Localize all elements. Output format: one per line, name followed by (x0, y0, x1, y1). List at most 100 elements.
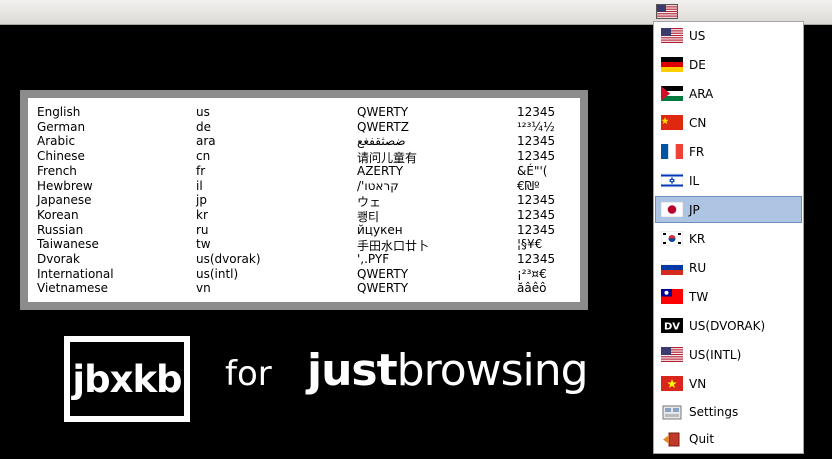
code-cell: vn (196, 281, 211, 296)
menu-item-de[interactable]: DE (655, 51, 802, 78)
code-cell: us(dvorak) (196, 252, 261, 266)
language-cell: English (37, 105, 81, 119)
menu-item-il[interactable]: IL (655, 167, 802, 194)
keys-cell: йцукен (357, 222, 403, 237)
numbers-cell: 12345 (517, 252, 556, 266)
code-cell: fr (196, 163, 206, 178)
menu-item-label: Settings (689, 405, 739, 419)
code-cell: ru (196, 222, 209, 237)
menu-item-tw[interactable]: TW (655, 283, 802, 310)
numbers-cell: 12345 (517, 193, 556, 208)
numbers-cell: 12345 (517, 134, 556, 149)
keys-cell: QWERTY (357, 281, 409, 296)
language-cell: Vietnamese (37, 281, 109, 296)
dvorak-icon: DV (661, 318, 683, 333)
code-cell: tw (196, 237, 211, 252)
quit-icon (663, 432, 680, 446)
menu-item-label: VN (689, 376, 707, 391)
kr-flag-icon (661, 231, 683, 246)
numbers-cell: 12345 (517, 149, 556, 164)
menu-item-ara[interactable]: ARA (655, 80, 802, 107)
de-flag-icon (661, 57, 683, 72)
keyboard-layout-menu: US DE ARA CN FR IL JP KR RU TW DV US(DVO… (653, 21, 804, 454)
numbers-cell: ¡²³¤€ (517, 266, 547, 281)
keys-cell: QWERTZ (357, 119, 409, 134)
svg-text:DV: DV (664, 322, 680, 333)
layout-table: English us QWERTY 12345 German de QWERTZ ¹²³¼½ A… (28, 98, 580, 302)
code-cell: jp (196, 193, 207, 208)
language-cell: Arabic (37, 134, 76, 149)
code-cell: ara (196, 134, 216, 149)
language-cell: Taiwanese (37, 237, 99, 252)
jbxkb-logo: jbxkb (64, 336, 190, 422)
code-cell: kr (196, 207, 208, 222)
language-cell: International (37, 266, 114, 281)
keys-cell: QWERTY (357, 105, 409, 119)
menu-item-us-dvorak[interactable]: DV US(DVORAK) (655, 312, 802, 339)
numbers-cell: &É"'( (517, 163, 548, 178)
language-cell: Hewbrew (37, 178, 93, 193)
ara-flag-icon (661, 86, 683, 101)
numbers-cell: 12345 (517, 222, 556, 237)
menu-item-label: JP (689, 202, 700, 217)
keys-cell: QWERTY (357, 266, 409, 281)
code-cell: us (196, 105, 210, 119)
menu-item-quit[interactable]: Quit (655, 426, 802, 452)
menu-item-label: TW (689, 289, 709, 304)
tw-flag-icon (661, 289, 683, 304)
keys-cell: /'קראטו (357, 178, 399, 193)
keys-cell: ضصثقفغع (357, 134, 406, 149)
menu-item-us-intl[interactable]: US(INTL) (655, 341, 802, 368)
cn-flag-icon (661, 115, 683, 130)
language-cell: French (37, 163, 77, 178)
code-cell: us(intl) (196, 266, 239, 281)
justbrowsing-brand: justbrowsing (307, 345, 589, 396)
brand-bold: just (307, 345, 398, 396)
language-cell: Chinese (37, 149, 85, 164)
fr-flag-icon (661, 144, 683, 159)
language-cell: Russian (37, 222, 84, 237)
il-flag-icon (661, 173, 683, 188)
menu-item-kr[interactable]: KR (655, 225, 802, 252)
menu-item-label: KR (689, 231, 706, 246)
menu-item-ru[interactable]: RU (655, 254, 802, 281)
menu-item-label: US(DVORAK) (689, 318, 766, 333)
layout-table-frame: English us QWERTY 12345 German de QWERTZ ¹²³¼½ A… (20, 90, 588, 310)
brand-thin: browsing (396, 345, 589, 396)
menu-item-jp[interactable]: JP (655, 196, 802, 223)
menu-item-label: US(INTL) (689, 347, 742, 362)
us-flag-icon (661, 28, 683, 43)
menu-item-us[interactable]: US (655, 22, 802, 49)
numbers-cell: €₪º (517, 178, 540, 193)
jp-flag-icon (661, 202, 683, 217)
us-flag-icon (661, 347, 683, 362)
code-cell: cn (196, 149, 211, 164)
numbers-cell: 12345 (517, 105, 556, 119)
menu-item-label: ARA (689, 86, 714, 101)
menu-item-label: Quit (689, 432, 715, 446)
numbers-cell: ¹²³¼½ (517, 119, 555, 134)
language-cell: German (37, 119, 86, 134)
vn-flag-icon (661, 376, 683, 391)
language-cell: Japanese (37, 193, 92, 208)
numbers-cell: ¦§¥€ (517, 237, 543, 252)
ru-flag-icon (661, 260, 683, 275)
menu-item-label: IL (689, 173, 700, 188)
numbers-cell: ăâêô (517, 281, 547, 296)
numbers-cell: 12345 (517, 207, 556, 222)
menu-item-settings[interactable]: Settings (655, 399, 802, 425)
language-cell: Korean (37, 207, 79, 222)
code-cell: de (196, 119, 211, 134)
logo-text: jbxkb (70, 342, 184, 416)
settings-icon (662, 405, 682, 419)
menu-item-fr[interactable]: FR (655, 138, 802, 165)
menu-item-label: US (689, 28, 706, 43)
menu-item-label: DE (689, 57, 706, 72)
menu-item-vn[interactable]: VN (655, 370, 802, 397)
menu-item-label: CN (689, 115, 707, 130)
language-cell: Dvorak (37, 252, 80, 266)
keys-cell: ',.PYF (357, 252, 390, 266)
menu-item-cn[interactable]: CN (655, 109, 802, 136)
us-flag-icon[interactable] (656, 4, 678, 19)
menu-item-label: FR (689, 144, 705, 159)
